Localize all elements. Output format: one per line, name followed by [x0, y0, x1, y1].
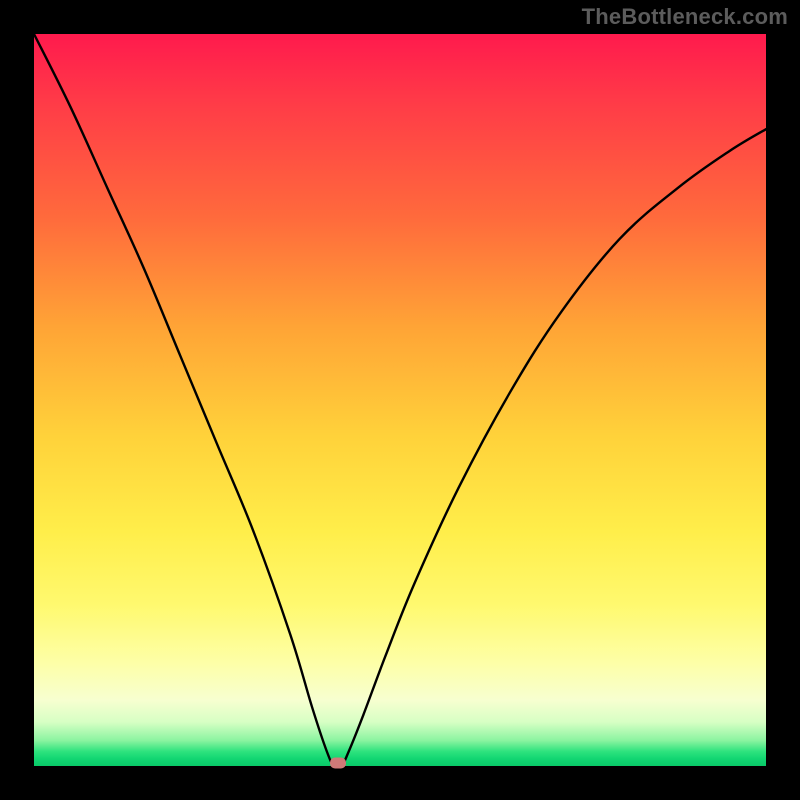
bottleneck-curve	[34, 34, 766, 768]
minimum-marker	[330, 758, 346, 769]
watermark-text: TheBottleneck.com	[582, 4, 788, 30]
curve-svg	[34, 34, 766, 766]
plot-area	[34, 34, 766, 766]
chart-frame: TheBottleneck.com	[0, 0, 800, 800]
